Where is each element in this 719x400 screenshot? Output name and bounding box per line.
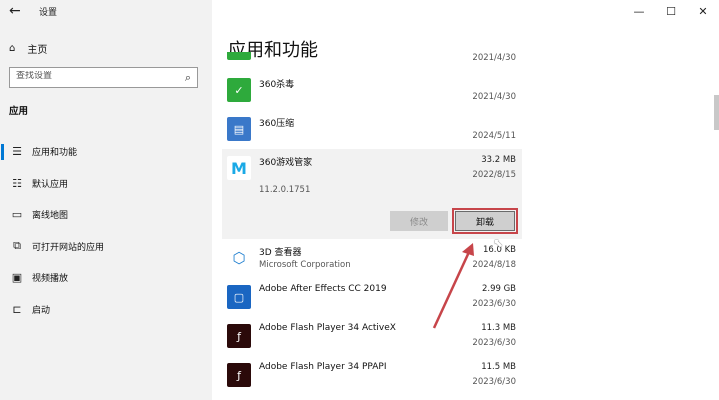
main-panel: — ☐ ✕ 应用和功能 2021/4/30 ✓ 360杀毒 2021/4/30 … bbox=[212, 0, 719, 400]
sidebar: ← 设置 ⌂ 主页 ⌕ 应用 ☰ 应用和功能 ☷ 默认应用 ▭ 离线地图 ⧉ 可… bbox=[0, 0, 212, 400]
app-date: 2021/4/30 bbox=[472, 53, 516, 63]
scrollbar-thumb[interactable] bbox=[714, 95, 719, 130]
app-row[interactable]: ▢ Adobe After Effects CC 2019 2.99 GB 20… bbox=[222, 278, 522, 317]
app-name: Adobe Flash Player 34 PPAPI bbox=[259, 362, 387, 372]
search-box[interactable]: ⌕ bbox=[9, 67, 198, 88]
app-date: 2021/4/30 bbox=[472, 92, 516, 102]
app-date: 2023/6/30 bbox=[472, 338, 516, 348]
map-icon: ▭ bbox=[11, 208, 23, 222]
maximize-icon[interactable]: ☐ bbox=[655, 0, 687, 22]
nav-item-apps-for-websites[interactable]: ⧉ 可打开网站的应用 bbox=[0, 231, 212, 263]
app-size: 33.2 MB bbox=[481, 155, 516, 165]
nav-item-default-apps[interactable]: ☷ 默认应用 bbox=[0, 168, 212, 200]
cube-icon: ⬡ bbox=[227, 246, 251, 270]
nav-item-offline-maps[interactable]: ▭ 离线地图 bbox=[0, 199, 212, 231]
nav-item-label: 离线地图 bbox=[32, 211, 69, 222]
search-icon[interactable]: ⌕ bbox=[185, 71, 191, 85]
app-date: 2022/8/15 bbox=[472, 170, 516, 180]
app-date: 2024/8/18 bbox=[472, 260, 516, 270]
app-icon bbox=[227, 52, 251, 60]
app-name: 3D 查看器 bbox=[259, 248, 302, 258]
default-apps-icon: ☷ bbox=[12, 176, 22, 190]
app-row[interactable]: ƒ Adobe Flash Player 34 PPAPI 11.5 MB 20… bbox=[222, 356, 522, 395]
uninstall-button[interactable]: 卸载 bbox=[455, 211, 515, 231]
window-controls: — ☐ ✕ bbox=[623, 0, 719, 22]
close-icon[interactable]: ✕ bbox=[687, 0, 719, 22]
nav-item-startup[interactable]: ⊏ 启动 bbox=[0, 294, 212, 326]
flash-icon: ƒ bbox=[227, 363, 251, 387]
title-bar: ← 设置 bbox=[0, 0, 212, 22]
app-name: 360压缩 bbox=[259, 119, 295, 129]
app-name: Adobe Flash Player 34 ActiveX bbox=[259, 323, 396, 333]
app-name: Adobe After Effects CC 2019 bbox=[259, 284, 387, 294]
minimize-icon[interactable]: — bbox=[623, 0, 655, 22]
app-name: 360杀毒 bbox=[259, 80, 295, 90]
flash-icon: ƒ bbox=[227, 324, 251, 348]
app-row-selected[interactable]: M 360游戏管家 33.2 MB 2022/8/15 11.2.0.1751 … bbox=[222, 149, 522, 239]
window-title: 设置 bbox=[39, 8, 58, 18]
window-app-icon: ▢ bbox=[227, 285, 251, 309]
link-window-icon: ⧉ bbox=[13, 239, 21, 253]
nav-item-label: 可打开网站的应用 bbox=[32, 242, 105, 253]
app-name: 360游戏管家 bbox=[259, 158, 313, 168]
game-manager-icon: M bbox=[227, 156, 251, 180]
home-label: 主页 bbox=[27, 45, 48, 56]
nav-item-label: 默认应用 bbox=[32, 179, 69, 190]
app-size: 11.3 MB bbox=[481, 323, 516, 333]
app-publisher: Microsoft Corporation bbox=[259, 260, 351, 270]
app-row[interactable]: ƒ Adobe Flash Player 34 ActiveX 11.3 MB … bbox=[222, 317, 522, 356]
back-arrow-icon[interactable]: ← bbox=[9, 3, 21, 19]
app-version: 11.2.0.1751 bbox=[259, 185, 311, 195]
nav-item-video-playback[interactable]: ▣ 视频播放 bbox=[0, 262, 212, 294]
zip-archive-icon: ▤ bbox=[227, 117, 251, 141]
section-label: 应用 bbox=[9, 106, 29, 117]
app-row[interactable]: ▤ 360压缩 2024/5/11 bbox=[222, 110, 522, 149]
app-row[interactable]: ⬡ 3D 查看器 Microsoft Corporation 16.0 KB 2… bbox=[222, 239, 522, 278]
mouse-cursor-icon: ⬉ bbox=[493, 236, 504, 250]
nav-item-apps-features[interactable]: ☰ 应用和功能 bbox=[0, 136, 212, 168]
home-link[interactable]: ⌂ 主页 bbox=[9, 41, 47, 56]
startup-icon: ⊏ bbox=[12, 302, 22, 316]
list-icon: ☰ bbox=[12, 145, 22, 159]
app-date: 2023/6/30 bbox=[472, 377, 516, 387]
app-size: 11.5 MB bbox=[481, 362, 516, 372]
nav-item-label: 视频播放 bbox=[32, 274, 69, 285]
app-size: 2.99 GB bbox=[481, 284, 516, 294]
app-date: 2024/5/11 bbox=[472, 131, 516, 141]
app-date: 2023/6/30 bbox=[472, 299, 516, 309]
shield-icon: ✓ bbox=[227, 78, 251, 102]
app-row[interactable]: 2021/4/30 bbox=[222, 52, 522, 71]
search-input[interactable] bbox=[16, 71, 176, 81]
home-icon: ⌂ bbox=[9, 43, 16, 54]
nav-item-label: 启动 bbox=[32, 305, 51, 316]
nav-list: ☰ 应用和功能 ☷ 默认应用 ▭ 离线地图 ⧉ 可打开网站的应用 ▣ 视频播放 … bbox=[0, 136, 212, 325]
app-row[interactable]: ✓ 360杀毒 2021/4/30 bbox=[222, 71, 522, 110]
video-icon: ▣ bbox=[11, 271, 23, 285]
nav-item-label: 应用和功能 bbox=[32, 148, 78, 159]
modify-button[interactable]: 修改 bbox=[390, 211, 448, 231]
app-list: 2021/4/30 ✓ 360杀毒 2021/4/30 ▤ 360压缩 2024… bbox=[222, 52, 522, 395]
